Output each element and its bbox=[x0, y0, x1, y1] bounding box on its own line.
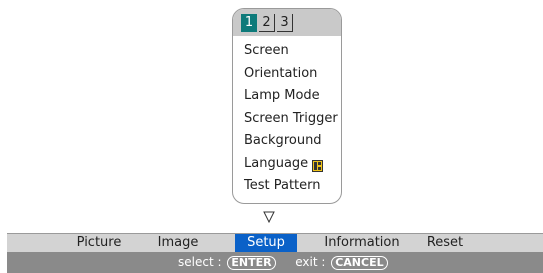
submenu-item-label: Screen bbox=[244, 43, 289, 58]
submenu-tab-2[interactable]: 2 bbox=[259, 14, 275, 32]
select-hint-label: select : bbox=[178, 255, 222, 269]
submenu-item-label: Test Pattern bbox=[244, 178, 321, 193]
main-menu-image[interactable]: Image bbox=[155, 234, 201, 252]
key-hint-content: select : ENTER exit : CANCEL bbox=[178, 252, 388, 273]
cancel-key-badge: CANCEL bbox=[331, 256, 388, 270]
main-menu-reset[interactable]: Reset bbox=[423, 234, 467, 252]
submenu-item-label: Language bbox=[244, 155, 309, 171]
submenu-item-language[interactable]: Language bbox=[244, 153, 338, 176]
main-menu-information[interactable]: Information bbox=[321, 234, 403, 252]
down-triangle-icon bbox=[263, 208, 275, 224]
language-flag-icon bbox=[312, 158, 324, 172]
submenu-item-label: Lamp Mode bbox=[244, 88, 320, 103]
submenu-item-orientation[interactable]: Orientation bbox=[244, 63, 338, 86]
exit-hint-label: exit : bbox=[295, 255, 326, 269]
submenu-item-background[interactable]: Background bbox=[244, 130, 338, 153]
submenu-tab-3[interactable]: 3 bbox=[277, 14, 293, 32]
submenu-item-label: Background bbox=[244, 133, 322, 148]
main-menu-setup[interactable]: Setup bbox=[235, 234, 297, 252]
submenu-item-list: Screen Orientation Lamp Mode Screen Trig… bbox=[244, 40, 338, 198]
submenu-item-screen[interactable]: Screen bbox=[244, 40, 338, 63]
submenu-item-lamp-mode[interactable]: Lamp Mode bbox=[244, 85, 338, 108]
main-menu-bar: Picture Image Setup Information Reset bbox=[7, 233, 543, 252]
submenu-item-label: Orientation bbox=[244, 65, 318, 81]
submenu-tab-1[interactable]: 1 bbox=[241, 14, 257, 32]
submenu-tab-strip: 1 2 3 bbox=[233, 9, 341, 36]
submenu-item-screen-trigger[interactable]: Screen Trigger bbox=[244, 108, 338, 131]
key-hint-bar: select : ENTER exit : CANCEL bbox=[7, 252, 543, 273]
main-menu-picture[interactable]: Picture bbox=[73, 234, 125, 252]
enter-key-badge: ENTER bbox=[227, 256, 276, 270]
submenu-item-test-pattern[interactable]: Test Pattern bbox=[244, 175, 338, 198]
setup-submenu-panel: 1 2 3 Screen Orientation Lamp Mode Scree… bbox=[232, 8, 342, 204]
submenu-item-label: Screen Trigger bbox=[244, 110, 338, 126]
